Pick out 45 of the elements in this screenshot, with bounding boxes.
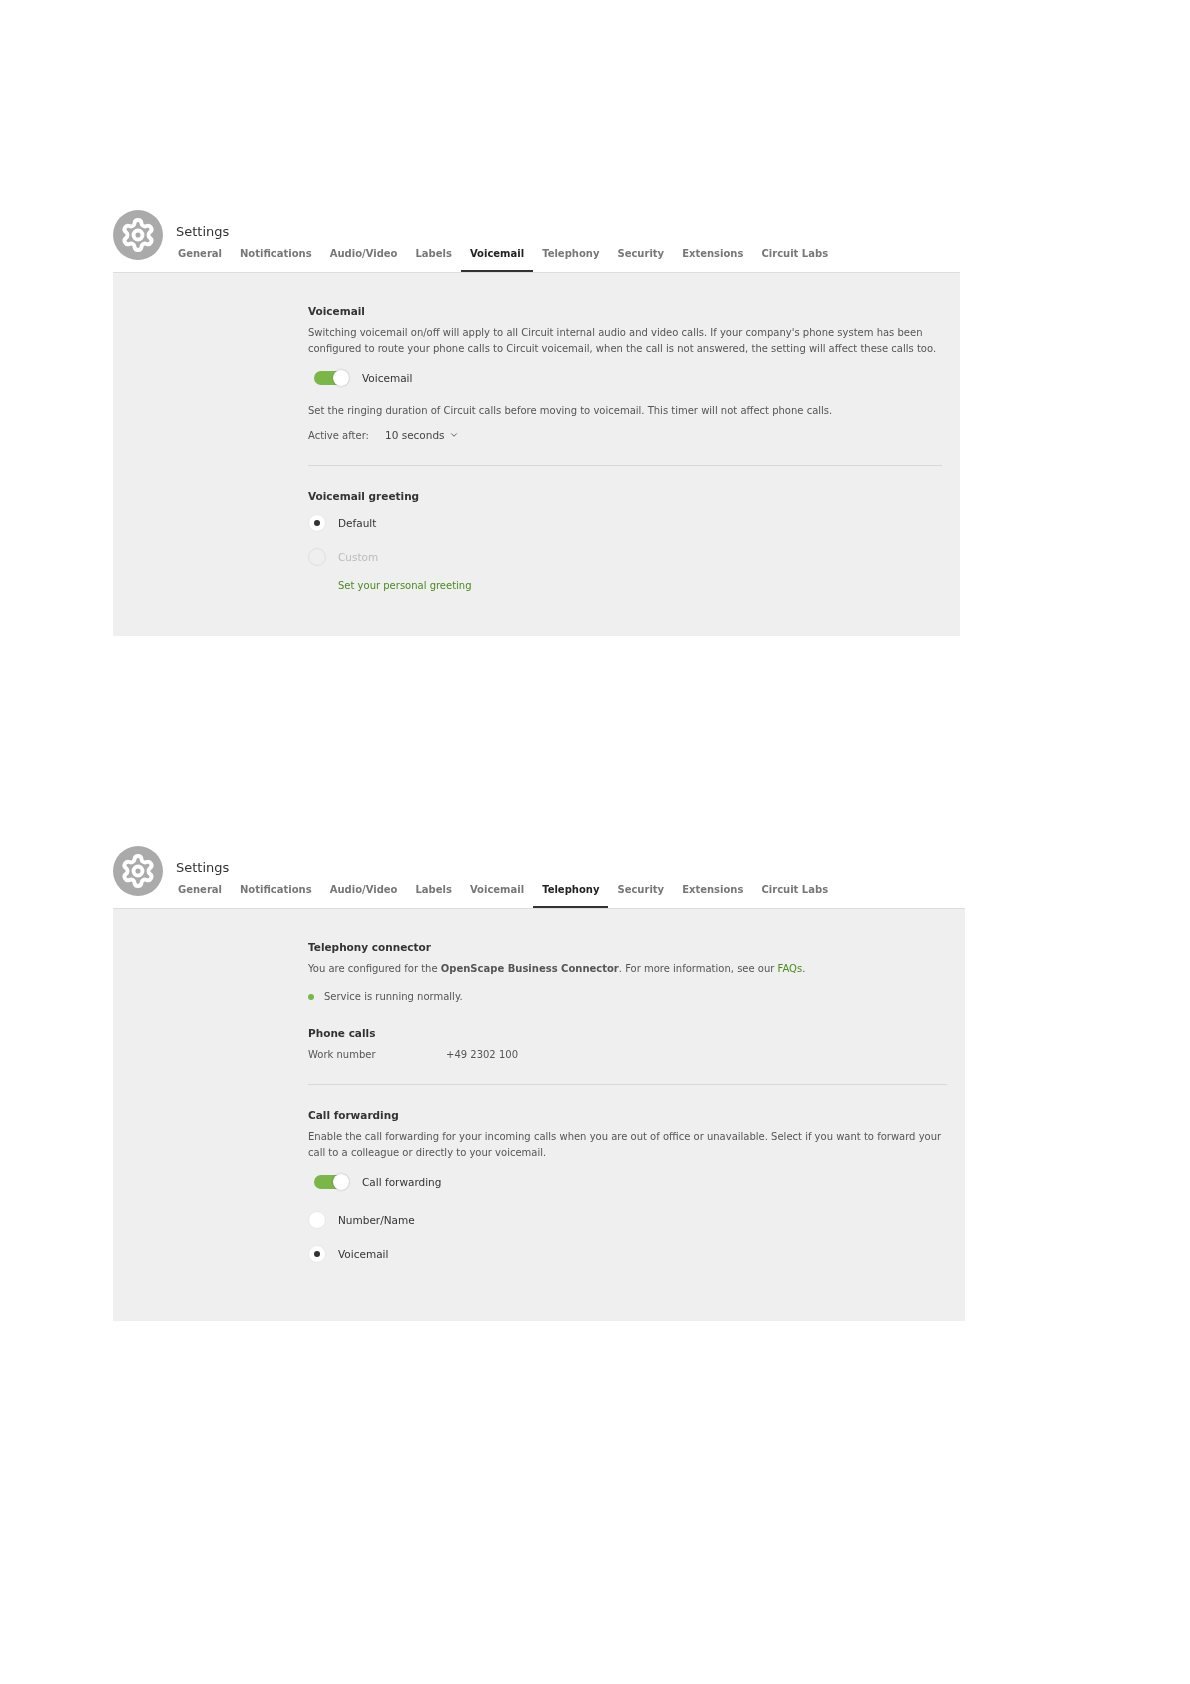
settings-icon [113, 210, 163, 260]
radio-label: Number/Name [338, 1214, 415, 1226]
settings-tab[interactable]: Circuit Labs [752, 880, 838, 908]
field-label: Work number [308, 1049, 377, 1060]
settings-tab[interactable]: Security [608, 880, 674, 908]
description-text: Set the ringing duration of Circuit calls before moving to voicemail. This timer will not affect phone calls. [308, 404, 834, 418]
description-text: Switching voicemail on/off will apply to all Circuit internal audio and video calls. If your company's phone system has been configured to route your phone calls to Circuit voicemail, when the call is not answered, the setting will affect these calls too. [308, 326, 938, 356]
field-label: Active after: [308, 429, 369, 441]
page-title: Settings [176, 860, 231, 875]
radio-button[interactable] [308, 1245, 326, 1263]
toggle-label: Call forwarding [362, 1176, 442, 1188]
caret-icon [448, 430, 459, 440]
section-title: Voicemail greeting [308, 490, 421, 502]
settings-tab[interactable]: Extensions [673, 880, 753, 908]
page-title: Settings [176, 224, 231, 239]
settings-tab[interactable]: Audio/Video [320, 880, 407, 908]
settings-tab[interactable]: Voicemail [460, 880, 534, 908]
settings-tab[interactable]: Labels [406, 244, 461, 272]
settings-icon [113, 846, 163, 896]
section-title: Telephony connector [308, 941, 432, 953]
toggle-switch[interactable] [314, 371, 348, 385]
settings-tab[interactable]: General [176, 244, 231, 272]
greeting-link[interactable]: Set your personal greeting [338, 580, 472, 591]
description-text: You are configured for the OpenScape Business Connector. For more information, see our FAQs. [308, 962, 807, 976]
settings-tab[interactable]: Audio/Video [320, 244, 407, 272]
settings-tab[interactable]: Notifications [231, 880, 321, 908]
settings-tab[interactable]: Extensions [673, 244, 753, 272]
description-text: Enable the call forwarding for your incoming calls when you are out of office or unavailable. Select if you want to forward your call to a colleague or directly to your voicemail. [308, 1130, 943, 1160]
settings-tab[interactable]: Notifications [231, 244, 321, 272]
settings-tab[interactable]: General [176, 880, 231, 908]
toggle-switch[interactable] [314, 1175, 348, 1189]
settings-tab[interactable]: Labels [406, 880, 461, 908]
status-text: Service is running normally. [324, 990, 463, 1004]
settings-tab[interactable]: Telephony [533, 244, 609, 272]
duration-dropdown[interactable]: 10 seconds [384, 429, 459, 441]
radio-button[interactable] [308, 514, 326, 532]
radio-label: Default [338, 517, 377, 529]
section-title: Voicemail [308, 305, 366, 317]
radio-label: Voicemail [338, 1248, 389, 1260]
field-value: +49 2302 100 [446, 1049, 518, 1060]
subsection-title: Phone calls [308, 1027, 377, 1039]
toggle-label: Voicemail [362, 372, 413, 384]
settings-tab[interactable]: Security [608, 244, 674, 272]
settings-tab[interactable]: Circuit Labs [752, 244, 838, 272]
section-title: Call forwarding [308, 1109, 400, 1121]
